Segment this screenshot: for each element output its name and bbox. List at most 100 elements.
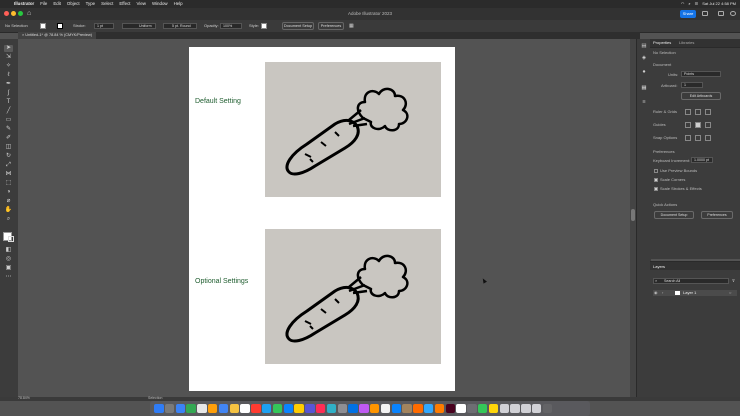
dock-app-icon[interactable] — [499, 403, 509, 414]
curvature-tool-icon[interactable]: ∫ — [4, 90, 13, 97]
dock-app-icon[interactable] — [467, 403, 477, 414]
magic-wand-tool-icon[interactable]: ✧ — [4, 63, 13, 70]
dock-app-icon[interactable] — [240, 403, 250, 414]
dock-app-icon[interactable] — [164, 403, 175, 414]
pixel-grid-toggle-icon[interactable] — [705, 109, 711, 115]
grid-toggle-icon[interactable] — [695, 109, 701, 115]
lock-guides-icon[interactable] — [705, 122, 711, 128]
edit-artboards-button[interactable]: Edit Artboards — [681, 92, 721, 100]
snap-to-point-icon[interactable] — [685, 135, 691, 141]
menu-illustrator[interactable]: Illustrator — [14, 0, 34, 8]
dock-app-icon[interactable] — [521, 403, 531, 414]
search-help-icon[interactable] — [730, 11, 736, 16]
menu-view[interactable]: View — [137, 0, 146, 8]
cloud-icon[interactable] — [702, 11, 708, 16]
scale-corners-checkbox[interactable] — [654, 178, 658, 182]
dock-app-icon[interactable] — [434, 403, 445, 414]
properties-panel-icon[interactable]: ▤ — [640, 43, 648, 50]
dock-app-icon[interactable] — [456, 403, 466, 414]
eraser-tool-icon[interactable]: ◫ — [4, 144, 13, 151]
artboard[interactable]: Default Setting Optional Settings — [189, 47, 455, 391]
screen-mode-icon[interactable]: ▣ — [4, 265, 13, 272]
control-center-icon[interactable]: ☰ — [695, 0, 699, 8]
menu-effect[interactable]: Effect — [119, 0, 130, 8]
layer-row[interactable]: ◉ › Layer 1 ○ — [653, 290, 737, 296]
menu-select[interactable]: Select — [101, 0, 113, 8]
workspace-switcher-icon[interactable] — [718, 11, 724, 16]
search-icon[interactable]: ⌕ — [688, 0, 690, 8]
use-preview-bounds-checkbox[interactable] — [654, 169, 658, 173]
dock-app-icon[interactable] — [305, 403, 315, 414]
menu-file[interactable]: File — [40, 0, 47, 8]
variable-width-select[interactable]: Uniform — [122, 23, 156, 29]
document-tab[interactable]: × Untitled-1* @ 78.84 % (CMYK/Preview) — [18, 32, 97, 39]
units-select[interactable]: Points — [681, 71, 721, 77]
wifi-icon[interactable]: ◠ — [681, 0, 685, 8]
dock-app-icon[interactable] — [326, 403, 337, 414]
carrot-image-default[interactable] — [265, 62, 441, 197]
dock-app-icon[interactable] — [510, 403, 520, 414]
draw-mode-icon[interactable]: ◎ — [4, 256, 13, 263]
graphic-style-swatch[interactable] — [261, 23, 267, 29]
edit-toolbar-icon[interactable]: ⋯ — [4, 274, 13, 281]
eyedropper-tool-icon[interactable]: ⌀ — [4, 198, 13, 205]
visibility-eye-icon[interactable]: ◉ — [654, 290, 658, 295]
dock-app-icon[interactable] — [294, 403, 304, 414]
direct-selection-tool-icon[interactable]: ⇲ — [4, 54, 13, 61]
quick-preferences-button[interactable]: Preferences — [701, 211, 733, 219]
selection-tool-icon[interactable]: ➤ — [4, 45, 13, 52]
stroke-swatch[interactable] — [57, 23, 63, 29]
dock-app-icon[interactable] — [207, 403, 218, 414]
menu-type[interactable]: Type — [86, 0, 96, 8]
tab-libraries[interactable]: Libraries — [679, 39, 694, 47]
document-setup-button[interactable]: Document Setup — [282, 22, 314, 30]
dock-app-icon[interactable] — [380, 403, 391, 414]
filter-icon[interactable]: ⊽ — [732, 278, 735, 283]
color-panel-icon[interactable]: ● — [640, 69, 648, 76]
free-transform-tool-icon[interactable]: ⬚ — [4, 180, 13, 187]
dock-app-icon[interactable] — [391, 403, 402, 414]
menu-edit[interactable]: Edit — [53, 0, 61, 8]
libraries-panel-icon[interactable]: ▦ — [640, 85, 648, 92]
dock-app-icon[interactable] — [283, 403, 294, 414]
scrollbar-thumb[interactable] — [631, 209, 635, 221]
line-tool-icon[interactable]: ╱ — [4, 108, 13, 115]
dock-app-icon[interactable] — [337, 403, 348, 414]
brush-definition-select[interactable]: 5 pt. Round — [163, 23, 197, 29]
menu-help[interactable]: Help — [174, 0, 183, 8]
dock-app-icon[interactable] — [488, 403, 499, 414]
scale-tool-icon[interactable]: ⤢ — [4, 162, 13, 169]
dock-app-icon[interactable] — [542, 403, 553, 414]
dock-app-icon[interactable] — [369, 403, 380, 414]
layer-name[interactable]: Layer 1 — [683, 290, 696, 295]
rectangle-tool-icon[interactable]: ▭ — [4, 117, 13, 124]
shape-builder-tool-icon[interactable]: ◑ — [4, 189, 13, 196]
canvas-area[interactable]: Default Setting Optional Settings — [18, 39, 630, 397]
pen-tool-icon[interactable]: ✒ — [4, 81, 13, 88]
smart-guides-icon[interactable] — [695, 122, 701, 128]
layers-search-input[interactable]: Search All — [653, 278, 729, 284]
ruler-toggle-icon[interactable] — [685, 109, 691, 115]
stroke-color-icon[interactable] — [8, 236, 14, 242]
dock-app-icon[interactable] — [413, 403, 423, 414]
hand-tool-icon[interactable]: ✋ — [4, 207, 13, 214]
zoom-tool-icon[interactable]: ⌕ — [4, 216, 13, 223]
dock-app-icon[interactable] — [477, 403, 488, 414]
paintbrush-tool-icon[interactable]: ✎ — [4, 126, 13, 133]
show-guides-icon[interactable] — [685, 122, 691, 128]
color-mode-icon[interactable]: ◧ — [4, 247, 13, 254]
dock-app-icon[interactable] — [251, 403, 261, 414]
type-tool-icon[interactable]: T — [4, 99, 13, 106]
dock-app-icon[interactable] — [272, 403, 283, 414]
menu-object[interactable]: Object — [67, 0, 80, 8]
snap-to-grid-icon[interactable] — [695, 135, 701, 141]
menu-window[interactable]: Window — [152, 0, 168, 8]
dock-app-icon[interactable] — [423, 403, 434, 414]
dock-app-icon[interactable] — [359, 403, 369, 414]
stroke-weight-field[interactable]: 1 pt — [94, 23, 114, 29]
width-tool-icon[interactable]: ⋈ — [4, 171, 13, 178]
dock-app-icon[interactable] — [531, 403, 542, 414]
clock[interactable]: Sat Jul 22 4:58 PM — [702, 0, 736, 8]
stroke-panel-icon[interactable]: ≡ — [640, 99, 648, 106]
share-button[interactable]: Share — [680, 10, 696, 18]
